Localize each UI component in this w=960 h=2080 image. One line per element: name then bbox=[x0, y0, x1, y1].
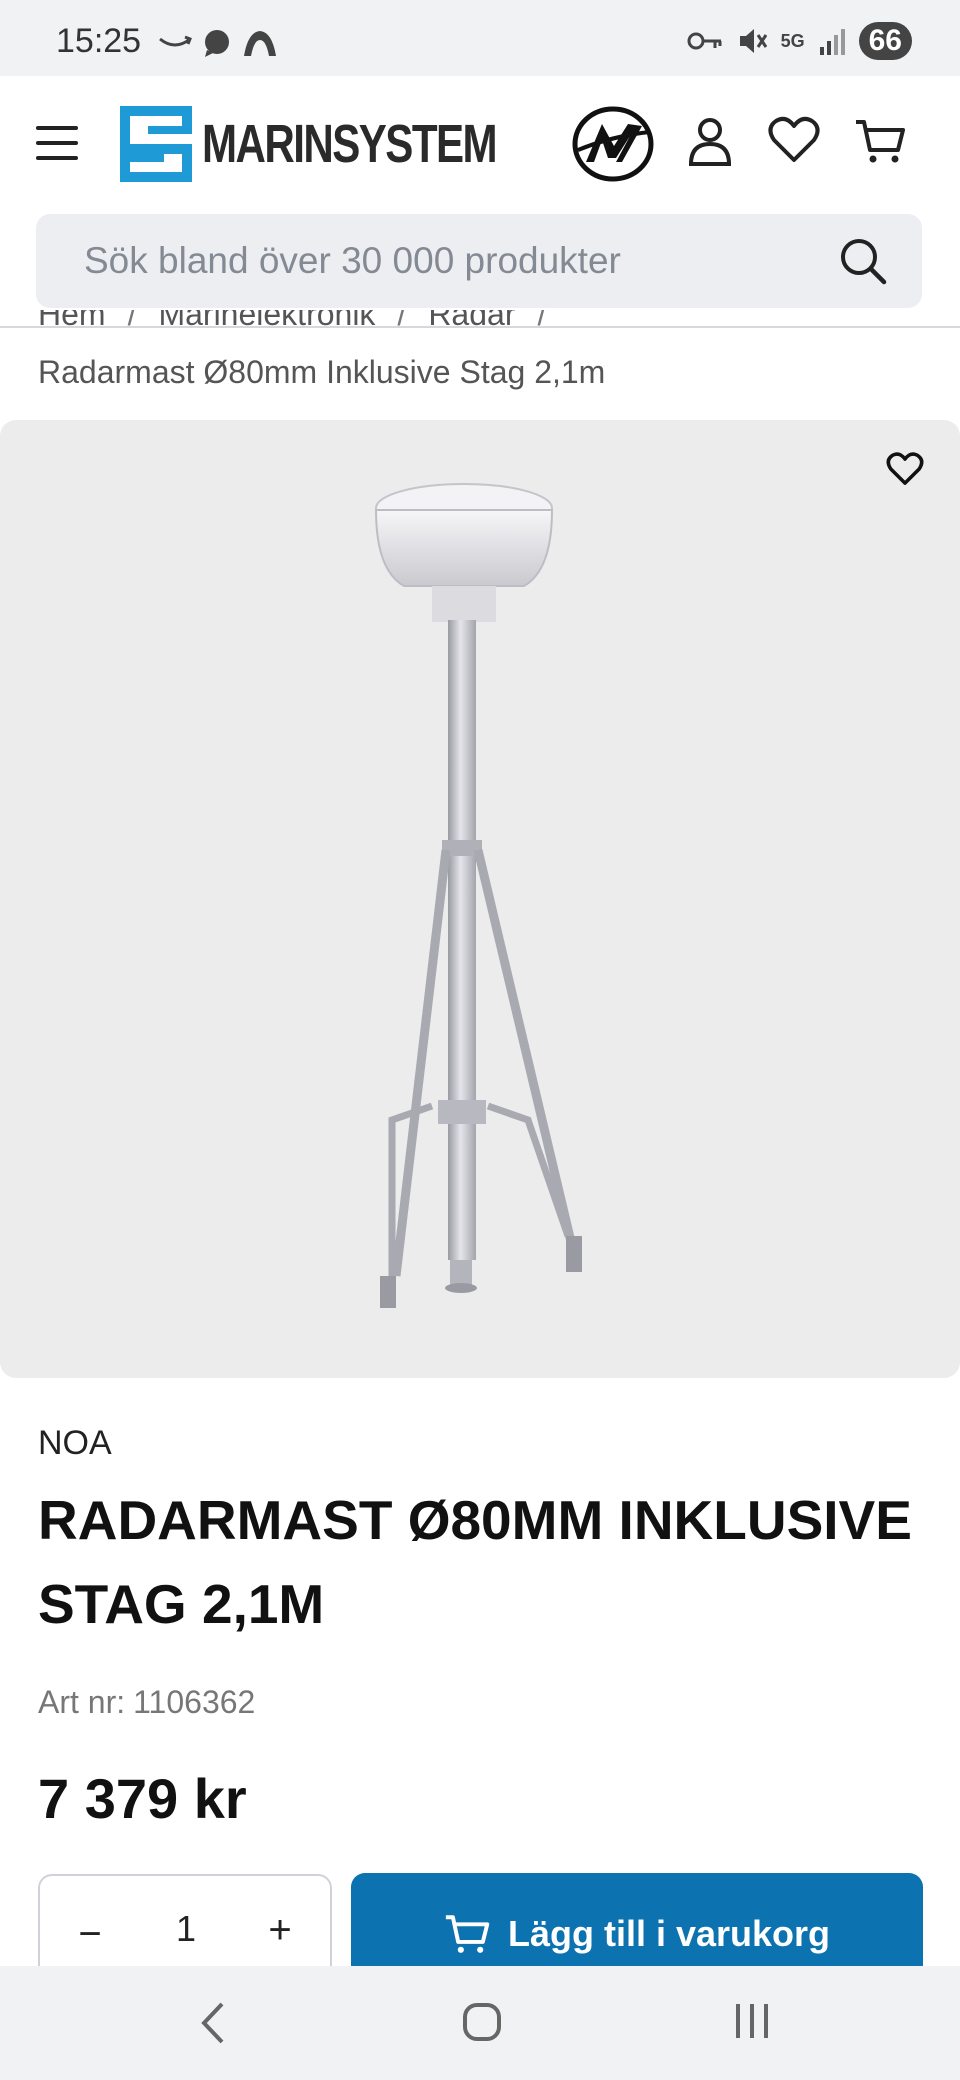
breadcrumb-current: Radarmast Ø80mm Inklusive Stag 2,1m bbox=[38, 354, 606, 390]
back-icon bbox=[201, 2002, 224, 2044]
search-input[interactable] bbox=[84, 214, 824, 308]
search-icon bbox=[841, 239, 887, 285]
cart-button[interactable] bbox=[854, 116, 906, 171]
mute-icon bbox=[739, 29, 767, 53]
nav-recents-button[interactable] bbox=[730, 2000, 774, 2047]
cart-icon bbox=[445, 1915, 490, 1953]
product-title: RADARMAST Ø80MM INKLUSIVE STAG 2,1M bbox=[38, 1489, 912, 1635]
breadcrumb: Hem / Marinelektronik / Radar / bbox=[38, 310, 938, 340]
wishlist-button[interactable] bbox=[768, 116, 820, 169]
search-bar bbox=[36, 214, 922, 308]
logo-text: MARINSYSTEM bbox=[202, 114, 498, 174]
header-divider bbox=[0, 326, 960, 328]
recents-icon bbox=[736, 2004, 768, 2038]
status-notification-icons bbox=[158, 28, 278, 58]
add-to-cart-label: Lägg till i varukorg bbox=[507, 1913, 831, 1954]
product-sku: Art nr: 1106362 bbox=[38, 1684, 255, 1721]
battery-icon: 66 bbox=[858, 22, 912, 60]
key-icon bbox=[687, 32, 722, 50]
menu-button[interactable] bbox=[36, 126, 84, 162]
menu-icon bbox=[36, 126, 78, 130]
heart-icon bbox=[886, 452, 924, 485]
product-price: 7 379 kr bbox=[38, 1767, 247, 1830]
signal-icon bbox=[819, 29, 845, 55]
nav-back-button[interactable] bbox=[196, 2000, 230, 2051]
cloud-icon bbox=[244, 31, 276, 56]
chat-icon bbox=[205, 30, 229, 57]
status-bar: 15:25 5G 66 bbox=[0, 0, 960, 76]
marinsystem-logo-icon bbox=[120, 106, 192, 182]
search-button[interactable] bbox=[838, 236, 888, 291]
sku-value: 1106362 bbox=[133, 1684, 256, 1720]
status-time: 15:25 bbox=[56, 22, 142, 60]
heart-icon bbox=[768, 116, 820, 162]
sku-label: Art nr: bbox=[38, 1684, 126, 1720]
account-button[interactable] bbox=[686, 116, 734, 173]
radar-mast-image bbox=[374, 483, 582, 1308]
quantity-increase-button[interactable]: + bbox=[260, 1908, 300, 1953]
breadcrumb-item-marinelektronik[interactable]: Marinelektronik bbox=[158, 310, 375, 333]
cart-icon bbox=[856, 120, 905, 163]
quantity-input[interactable] bbox=[150, 1908, 222, 1950]
account-icon bbox=[688, 118, 732, 166]
add-to-wishlist-button[interactable] bbox=[886, 452, 924, 491]
breadcrumb-item-hem[interactable]: Hem bbox=[38, 310, 106, 333]
5g-icon: 5G bbox=[780, 31, 805, 51]
breadcrumb-item-radar[interactable]: Radar bbox=[428, 310, 515, 333]
amazon-icon bbox=[159, 35, 192, 47]
site-header: MARINSYSTEM bbox=[0, 76, 960, 212]
product-image[interactable] bbox=[0, 420, 960, 1378]
quantity-decrease-button[interactable]: − bbox=[70, 1912, 110, 1957]
mercury-logo-icon[interactable] bbox=[572, 106, 654, 187]
breadcrumb-separator: / bbox=[397, 310, 407, 332]
breadcrumb-separator: / bbox=[537, 310, 547, 332]
site-logo[interactable]: MARINSYSTEM bbox=[120, 104, 579, 184]
nav-home-button[interactable] bbox=[462, 2002, 502, 2047]
product-brand[interactable]: NOA bbox=[38, 1424, 112, 1463]
status-system-icons: 5G 66 bbox=[687, 22, 912, 60]
breadcrumb-separator: / bbox=[127, 310, 137, 332]
system-nav-bar bbox=[0, 1966, 960, 2080]
home-icon bbox=[463, 2003, 501, 2041]
